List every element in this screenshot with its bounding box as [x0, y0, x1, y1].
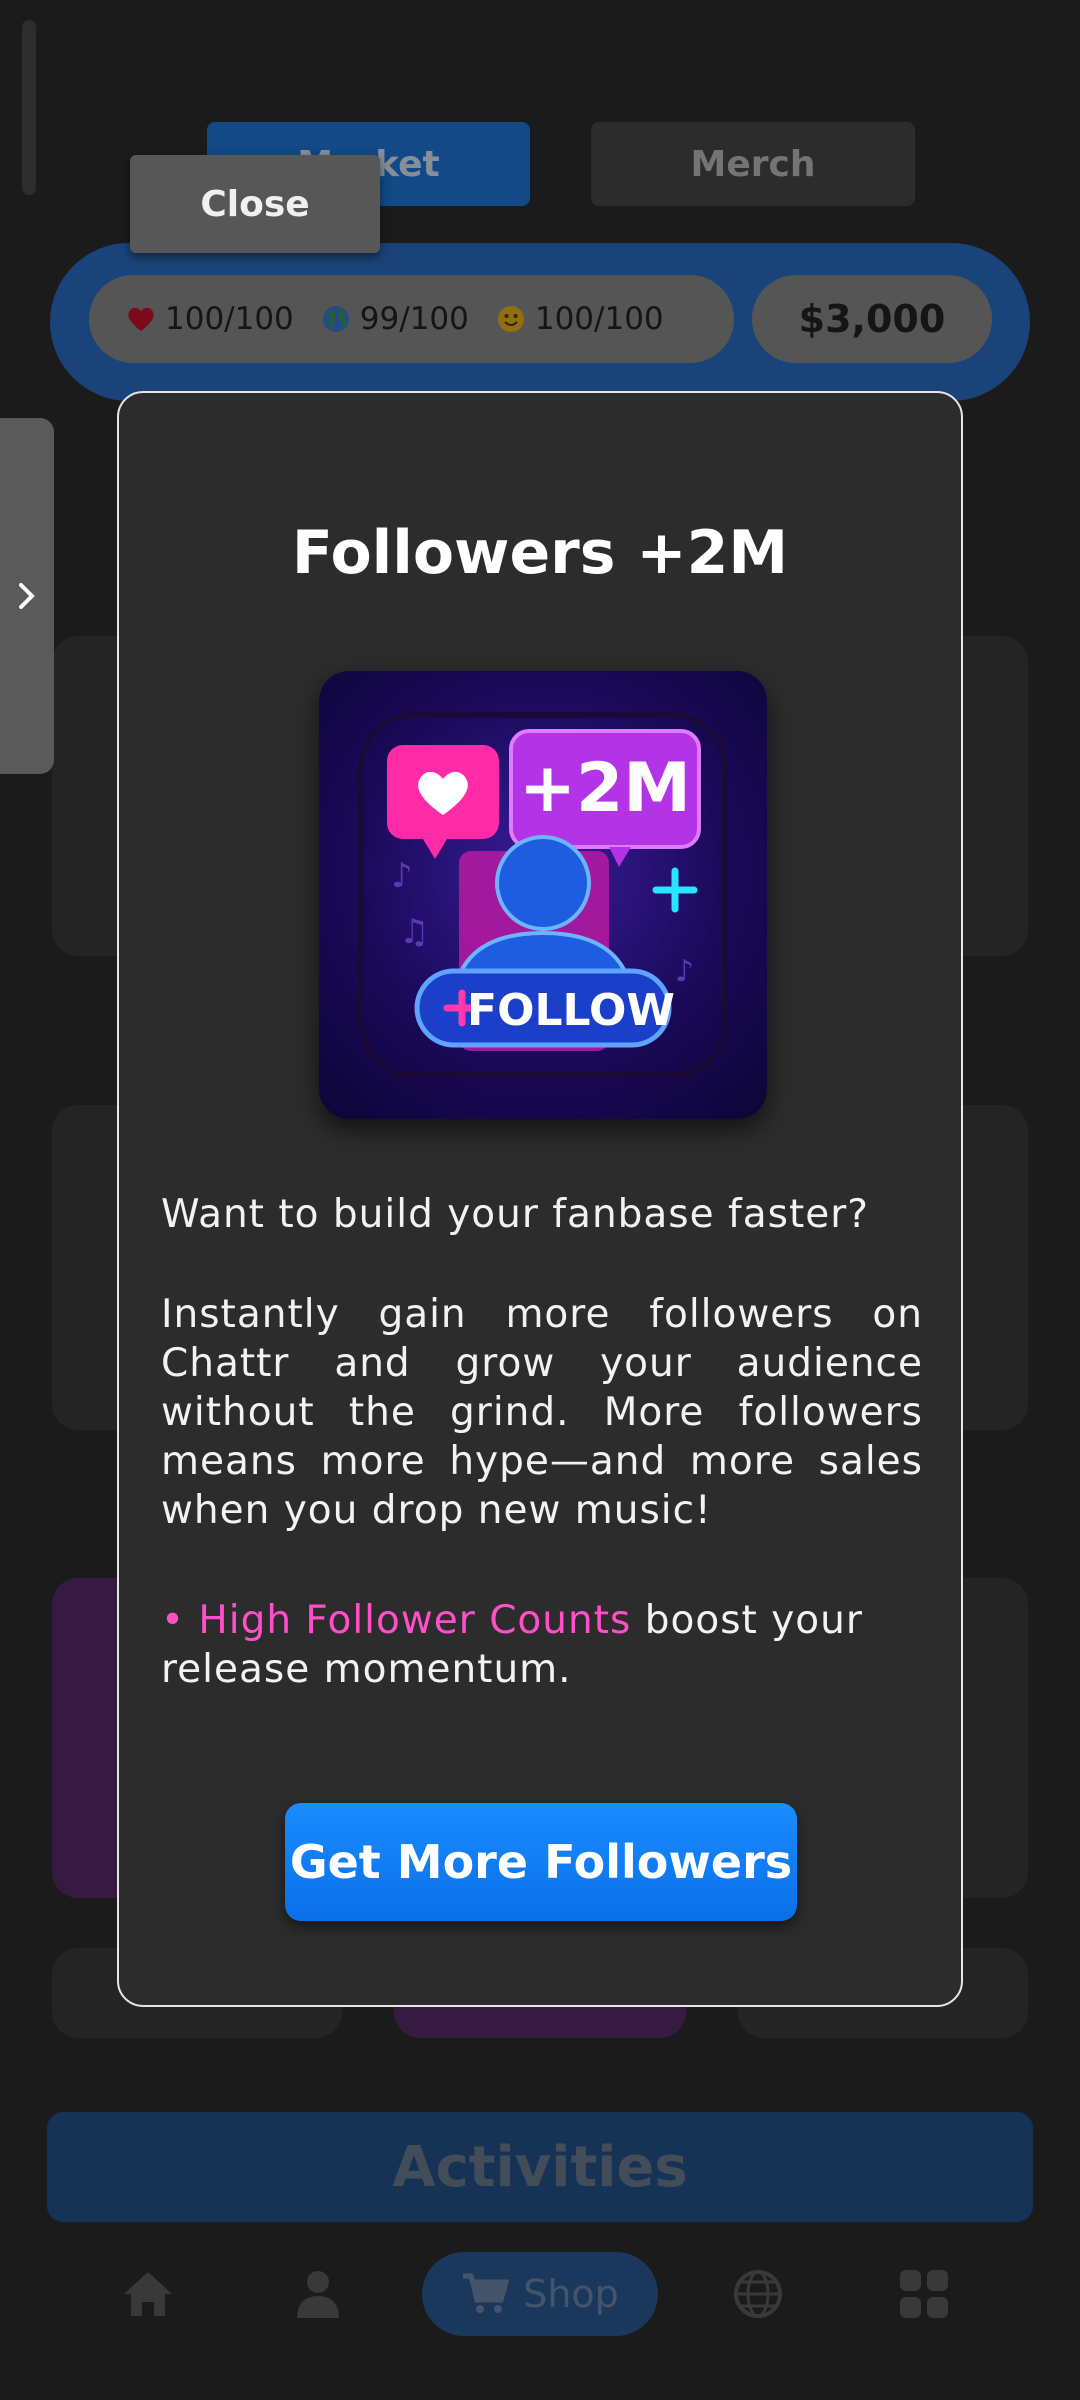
- modal-title: Followers +2M: [291, 518, 789, 588]
- followers-modal: Followers +2M +2M ♪ ♫ ♪ FOLLOW Want to b…: [117, 391, 963, 2007]
- svg-text:♪: ♪: [675, 954, 694, 989]
- chevron-right-icon: [19, 583, 35, 609]
- bullet-highlight: • High Follower Counts: [161, 1598, 632, 1643]
- modal-bullet: • High Follower Counts boost your releas…: [161, 1596, 923, 1694]
- svg-text:♪: ♪: [391, 856, 413, 896]
- hero-follow-text: FOLLOW: [467, 985, 675, 1036]
- side-drawer-toggle[interactable]: [0, 418, 54, 774]
- close-button[interactable]: Close: [130, 155, 380, 253]
- followers-illustration: +2M ♪ ♫ ♪ FOLLOW: [358, 712, 728, 1078]
- modal-intro: Want to build your fanbase faster?: [161, 1192, 869, 1237]
- svg-text:♫: ♫: [399, 912, 429, 952]
- get-more-followers-button[interactable]: Get More Followers: [285, 1803, 797, 1921]
- hero-badge-text: +2M: [519, 749, 691, 828]
- modal-body: Instantly gain more followers on Chattr …: [161, 1292, 923, 1533]
- followers-hero-image: +2M ♪ ♫ ♪ FOLLOW: [319, 671, 767, 1119]
